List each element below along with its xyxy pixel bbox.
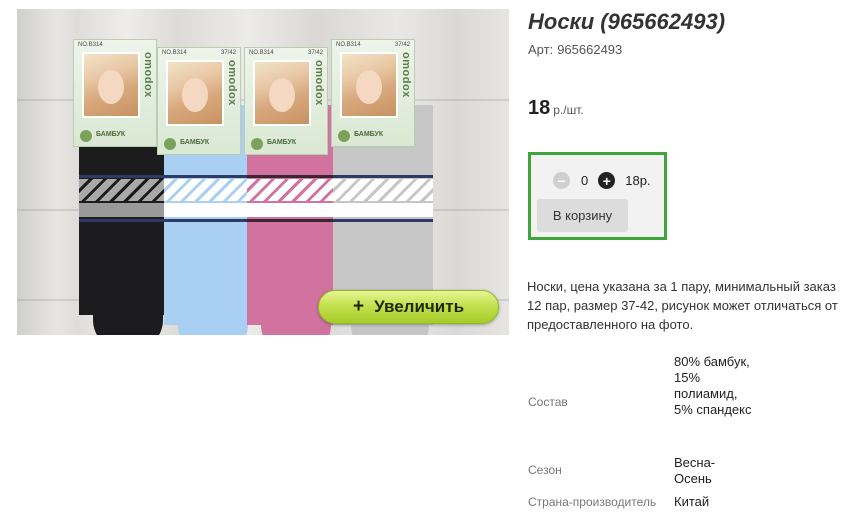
package-card: NO.B314 37/42 omodox БАМБУК (244, 47, 328, 155)
spec-row-country: Страна-производитель Китай (528, 494, 756, 510)
plus-icon[interactable]: + (598, 172, 616, 189)
article-value: 965662493 (557, 42, 623, 57)
price-value: 18 (528, 97, 551, 119)
bamboo-label: БАМБУК (251, 138, 323, 150)
zoom-label: Увеличить (374, 297, 465, 316)
spec-row-composition: Состав 80% бамбук, 15% полиамид, 5% спан… (528, 352, 756, 418)
quantity-sum: 18р. (625, 173, 651, 188)
model-photo (82, 52, 140, 118)
spec-value: 80% бамбук, 15% полиамид, 5% спандекс (674, 354, 752, 417)
bamboo-label: БАМБУК (80, 130, 152, 142)
product-photo[interactable]: NO.B314 omodox БАМБУК NO.B314 37/42 omodo… (17, 9, 509, 335)
package-card: NO.B314 37/42 omodox БАМБУК (157, 47, 241, 155)
article-label: Арт: (528, 42, 554, 57)
bamboo-label: БАМБУК (338, 130, 410, 142)
plus-icon: + (352, 296, 365, 317)
product-page: NO.B314 omodox БАМБУК NO.B314 37/42 omodo… (0, 0, 861, 526)
package-card: NO.B314 37/42 omodox БАМБУК (331, 39, 415, 147)
spec-label: Состав (528, 395, 568, 409)
brand-logo: omodox (313, 60, 325, 106)
model-photo (166, 60, 224, 126)
spec-label: Сезон (528, 463, 562, 477)
spec-value: Весна-Осень (674, 455, 716, 486)
add-to-cart-button[interactable]: В корзину (537, 199, 628, 232)
spec-value: Китай (674, 494, 710, 509)
zoom-button[interactable]: + Увеличить (318, 290, 499, 324)
spec-label: Страна-производитель (528, 495, 657, 509)
add-to-cart-box: − 0 + 18р. В корзину (528, 152, 667, 240)
brand-logo: omodox (400, 52, 412, 98)
quantity-stepper: − 0 + 18р. (553, 172, 651, 189)
model-photo (253, 60, 311, 126)
model-photo (340, 52, 398, 118)
article-number: Арт: 965662493 (528, 42, 622, 57)
quantity-value[interactable]: 0 (581, 173, 588, 188)
product-price: 18 р./шт. (528, 97, 584, 120)
brand-logo: omodox (226, 60, 238, 106)
spec-row-season: Сезон Весна-Осень (528, 455, 724, 487)
price-unit: р./шт. (553, 103, 584, 117)
bamboo-label: БАМБУК (164, 138, 236, 150)
minus-icon[interactable]: − (553, 172, 570, 189)
package-card: NO.B314 omodox БАМБУК (73, 39, 157, 147)
brand-logo: omodox (142, 52, 154, 98)
product-title: Носки (965662493) (528, 9, 726, 34)
product-description: Носки, цена указана за 1 пару, минимальн… (527, 279, 838, 332)
